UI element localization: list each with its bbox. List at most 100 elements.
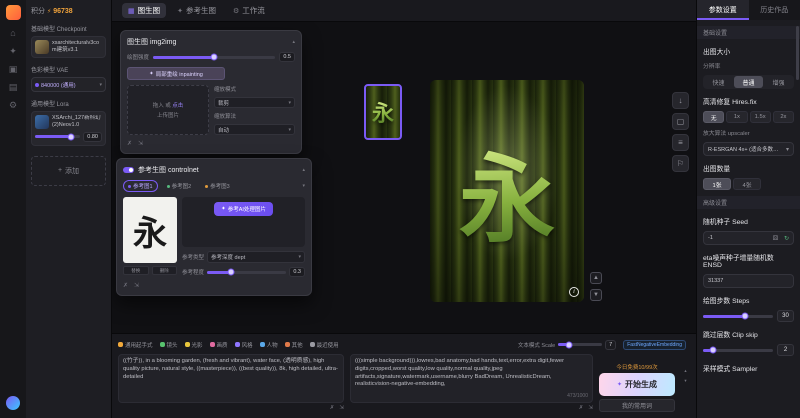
scale-algo-select[interactable]: 自动 ▾	[214, 124, 295, 135]
delete-icon[interactable]: ✗	[127, 140, 132, 147]
batch-count-options: 1张 4张	[703, 178, 761, 190]
ensd-input[interactable]: 31337	[703, 274, 794, 288]
hires-option-2x[interactable]: 2x	[773, 111, 794, 123]
expand-icon[interactable]: ⇲	[588, 405, 593, 414]
tab-workflow[interactable]: ⚙ 工作流	[227, 3, 271, 18]
embedding-tag[interactable]: FastNegativeEmbedding	[623, 340, 686, 350]
app-logo[interactable]	[6, 5, 21, 20]
seed-input[interactable]: -1 ⚄ ↻	[703, 231, 794, 245]
app-rail: ⌂ ✦ ▣ ▤ ⚙	[0, 0, 26, 418]
ref2-dot	[167, 185, 170, 188]
result-thumbnail[interactable]: 永	[364, 84, 402, 140]
expand-icon[interactable]: ⇲	[339, 405, 344, 414]
models-icon[interactable]: ▤	[9, 83, 18, 92]
chevron-down-icon: ▾	[298, 254, 301, 260]
thumbs-up-icon[interactable]: ▲	[590, 272, 602, 284]
negative-prompt-input[interactable]: (((simple background))),lowres,bad anato…	[355, 358, 564, 387]
user-avatar[interactable]	[6, 396, 20, 410]
upscaler-select[interactable]: R-ESRGAN 4x+ (适合多数图片) ▾	[703, 142, 794, 156]
prompt-chip-light[interactable]: 光影	[185, 341, 203, 349]
recycle-seed-icon[interactable]: ↻	[784, 235, 789, 242]
collapse-icon[interactable]: ▴	[292, 39, 295, 45]
clip-skip-slider[interactable]	[703, 349, 773, 352]
positive-prompt-input[interactable]: ((竹子)), in a blooming garden, (fresh and…	[118, 354, 344, 403]
generate-button-label: 开始生成	[625, 379, 657, 390]
delete-icon[interactable]: ✗	[579, 405, 584, 414]
lora-weight-value: 0.80	[83, 132, 102, 142]
tab-reference-generate[interactable]: ✦ 参考生图	[171, 3, 222, 18]
reference-degree-slider[interactable]	[207, 271, 286, 274]
resolution-option-fast[interactable]: 快速	[704, 76, 733, 88]
lora-weight-slider[interactable]	[35, 135, 80, 138]
reference-type-select[interactable]: 参考深度 dept ▾	[207, 251, 305, 263]
tab-img2img[interactable]: ▦ 图生图	[122, 3, 166, 18]
prompt-chip-starter[interactable]: 通用起手式	[118, 341, 153, 349]
prompt-chip-style[interactable]: 风格	[235, 341, 253, 349]
chevron-down-icon[interactable]: ▾	[302, 183, 305, 189]
frame-icon[interactable]: ▢	[672, 113, 689, 130]
inpaint-label: 局部重绘 inpainting	[156, 70, 203, 78]
home-icon[interactable]: ⌂	[10, 29, 15, 38]
scale-mode-value: 裁剪	[218, 99, 229, 107]
tab-history[interactable]: 历史作品	[749, 0, 800, 20]
count-option-4[interactable]: 4张	[733, 178, 761, 190]
replace-reference-button[interactable]: 替换	[123, 266, 149, 275]
clip-skip-title: 跳过层数 Clip skip	[703, 329, 794, 339]
delete-icon[interactable]: ✗	[330, 405, 335, 414]
dice-icon[interactable]: ⚄	[773, 235, 778, 242]
info-icon[interactable]: i	[569, 287, 579, 297]
thumbs-down-icon[interactable]: ▼	[590, 289, 602, 301]
gallery-icon[interactable]: ▣	[9, 65, 18, 74]
list-icon[interactable]: ≡	[672, 134, 689, 151]
lora-card[interactable]: XSArchi_127新科幻(2)Neov1.0 0.80	[31, 111, 106, 145]
collapse-icon[interactable]: ▴	[302, 167, 305, 173]
bolt-icon: ⚡	[47, 8, 51, 15]
hires-option-1-5x[interactable]: 1.5x	[750, 111, 771, 123]
checkpoint-card[interactable]: xsarchitecturalv3com建筑v3.1	[31, 36, 106, 58]
hires-option-1x[interactable]: 1x	[726, 111, 747, 123]
process-reference-button[interactable]: ✦ 参考AI处理图片	[214, 202, 273, 216]
points-display[interactable]: 积分 ⚡ 96738	[31, 5, 106, 17]
upload-dropzone[interactable]: 拖入 或 点击 上传图片	[127, 85, 209, 135]
cn-tab-ref2[interactable]: 参考图2	[162, 180, 197, 192]
hires-option-none[interactable]: 无	[703, 111, 724, 123]
tab-parameters[interactable]: 参数设置	[697, 0, 749, 20]
explore-icon[interactable]: ✦	[9, 47, 17, 56]
generated-image[interactable]: 永 i	[430, 80, 584, 302]
prompt-chip-other[interactable]: 其他	[285, 341, 303, 349]
scale-mode-select[interactable]: 裁剪 ▾	[214, 97, 295, 108]
prompt-chip-recent[interactable]: 最近使用	[310, 341, 339, 349]
cn-tab-ref1[interactable]: 参考图1	[123, 180, 158, 192]
cn-tab-ref3[interactable]: 参考图3	[200, 180, 235, 192]
scrollbar[interactable]	[796, 26, 799, 80]
delete-icon[interactable]: ✗	[123, 282, 128, 289]
collapse-up-icon[interactable]: ▴	[684, 368, 686, 374]
controlnet-toggle[interactable]	[123, 167, 134, 173]
settings-icon[interactable]: ⚙	[9, 101, 17, 110]
add-model-button[interactable]: + 添加	[31, 156, 106, 186]
favorite-words-button[interactable]: 我的常用词	[599, 399, 675, 412]
reference-image[interactable]: 永	[123, 197, 177, 263]
vae-select[interactable]: 840000 (通用) ▾	[31, 77, 106, 92]
prompt-chip-person[interactable]: 人物	[260, 341, 278, 349]
clip-skip-value[interactable]: 2	[777, 344, 794, 356]
prompt-chip-quality[interactable]: 画质	[210, 341, 228, 349]
prompt-chip-lens[interactable]: 镜头	[160, 341, 178, 349]
count-option-1[interactable]: 1张	[703, 178, 731, 190]
steps-value[interactable]: 30	[777, 310, 794, 322]
denoise-slider[interactable]	[153, 56, 275, 59]
inpaint-button[interactable]: ✦ 局部重绘 inpainting	[127, 67, 225, 80]
cfg-scale-slider[interactable]	[558, 343, 602, 346]
resolution-option-enhanced[interactable]: 增强	[764, 76, 793, 88]
resolution-option-normal[interactable]: 普通	[734, 76, 763, 88]
generate-button[interactable]: ✦ 开始生成	[599, 373, 675, 396]
flag-icon[interactable]: ⚐	[672, 155, 689, 172]
expand-icon[interactable]: ⇲	[138, 140, 143, 147]
delete-reference-button[interactable]: 删除	[152, 266, 178, 275]
expand-icon[interactable]: ⇲	[134, 282, 139, 289]
collapse-down-icon[interactable]: ▾	[684, 378, 686, 384]
download-icon[interactable]: ↓	[672, 92, 689, 109]
canvas-area[interactable]: 图生图 img2img ▴ 绘图强度 0.5 ✦ 局部重绘 inpainting…	[112, 22, 696, 333]
steps-slider[interactable]	[703, 315, 773, 318]
cfg-scale-control: 文本模式 Scale 7	[518, 340, 616, 350]
